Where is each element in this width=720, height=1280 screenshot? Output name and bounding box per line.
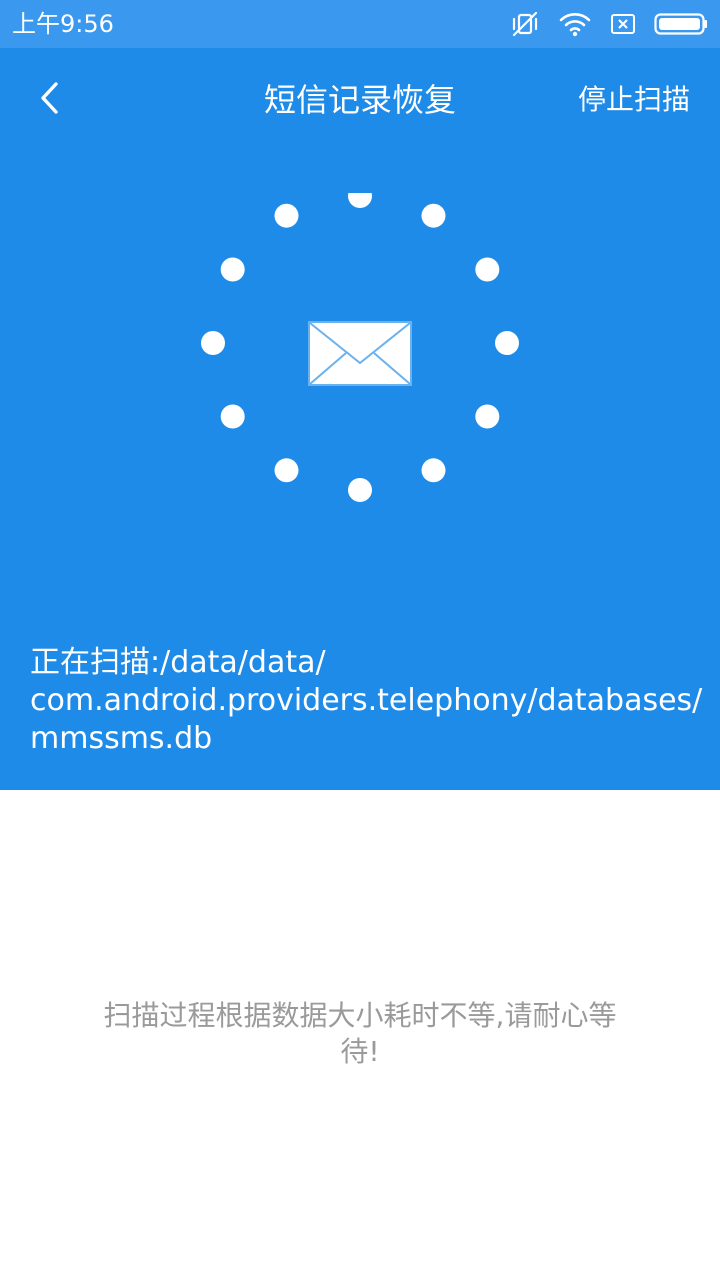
chevron-left-icon <box>38 81 62 119</box>
scan-dot <box>348 478 372 502</box>
scan-dot <box>274 458 299 483</box>
scan-dot <box>475 257 500 282</box>
scan-dot <box>201 331 225 355</box>
scan-path-text: 正在扫描:/data/data/ com.android.providers.t… <box>30 644 703 758</box>
back-button[interactable] <box>24 74 76 126</box>
scan-hint-line: 待! <box>340 1035 380 1068</box>
battery-icon <box>654 12 708 36</box>
scan-hint: 扫描过程根据数据大小耗时不等,请耐心等 待! <box>60 998 660 1070</box>
envelope-icon <box>308 321 412 386</box>
scan-path-line: 正在扫描:/data/data/ <box>30 645 326 680</box>
scan-path-line: mmssms.db <box>30 721 213 756</box>
scan-dots-ring <box>201 193 519 502</box>
scan-dot <box>274 203 299 228</box>
toolbar: 短信记录恢复 停止扫描 <box>0 48 720 152</box>
scan-dot <box>475 404 500 429</box>
scan-animation <box>200 193 520 513</box>
scan-path-line: com.android.providers.telephony/database… <box>30 683 703 718</box>
sim-none-icon <box>610 13 636 35</box>
scan-dot <box>421 458 446 483</box>
page-title: 短信记录恢复 <box>263 81 456 119</box>
silent-vibrate-off-icon <box>510 10 540 38</box>
stop-scan-button[interactable]: 停止扫描 <box>578 78 690 122</box>
scan-dot <box>495 331 519 355</box>
status-bar: 上午9:56 <box>0 0 720 48</box>
scan-dot <box>220 257 245 282</box>
scan-header: 短信记录恢复 停止扫描 正在扫描:/data/data/ com.android… <box>0 48 720 790</box>
scan-hint-line: 扫描过程根据数据大小耗时不等,请耐心等 <box>103 999 617 1032</box>
status-time: 上午9:56 <box>12 10 114 38</box>
scan-dot <box>220 404 245 429</box>
wifi-icon <box>558 11 592 37</box>
status-icons <box>510 10 708 38</box>
scan-dot <box>421 203 446 228</box>
scan-dot <box>348 193 372 208</box>
